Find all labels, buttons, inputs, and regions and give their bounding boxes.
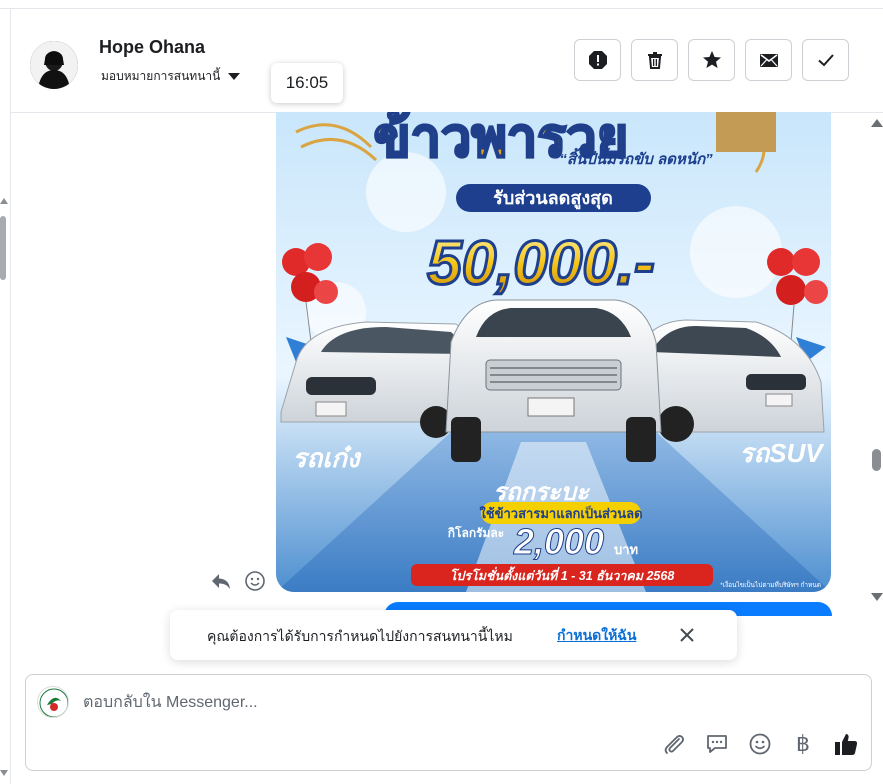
emoji-reaction-icon[interactable]: [244, 570, 266, 592]
promo-footnote: *เงื่อนไขเป็นไปตามที่บริษัทฯ กำหนด: [720, 580, 821, 589]
payment-baht-icon[interactable]: ฿: [790, 731, 816, 757]
alert-octagon-icon: [588, 51, 607, 69]
emoji-icon[interactable]: [747, 731, 773, 757]
assign-label: มอบหมายการสนทนานี้: [101, 69, 221, 83]
left-divider: [10, 8, 11, 784]
scroll-down-arrow-icon[interactable]: [0, 770, 8, 776]
close-icon[interactable]: [676, 624, 698, 646]
reply-input[interactable]: [83, 692, 843, 714]
envelope-icon: [759, 54, 778, 67]
promo-discount-amount: 50,000.-: [427, 229, 655, 298]
spam-button[interactable]: [574, 39, 621, 81]
page-logo: [37, 686, 69, 718]
caret-down-icon: [228, 73, 241, 80]
promo-per-kg-unit: บาท: [614, 542, 638, 557]
promo-period-label: โปรโมชั่นตั้งแต่วันที่ 1 - 31 ธันวาคม 25…: [450, 566, 675, 583]
composer-tools: ฿: [661, 731, 859, 757]
reply-icon[interactable]: [210, 570, 232, 592]
inbox-conversation-view: Hope Ohana มอบหมายการสนทนานี้ 16:05 ข้าว…: [0, 0, 883, 784]
avatar[interactable]: [30, 41, 78, 89]
promo-per-kg-amount: 2,000: [513, 521, 604, 562]
thumbs-up-icon[interactable]: [833, 731, 859, 757]
timestamp-tooltip: 16:05: [271, 63, 343, 103]
star-icon: [702, 51, 721, 68]
assignment-question: คุณต้องการได้รับการกำหนดไปยังการสนทนานี้…: [207, 628, 513, 644]
promo-per-kg-label: กิโลกรัมละ: [448, 525, 504, 540]
chat-scroll-down-icon[interactable]: [871, 593, 883, 601]
chat-scroll-up-icon[interactable]: [871, 119, 883, 127]
attachment-icon[interactable]: [661, 731, 687, 757]
message-actions: [210, 570, 266, 592]
list-scrollbar[interactable]: [0, 192, 8, 784]
saved-replies-icon[interactable]: [704, 731, 730, 757]
promo-discount-label: รับส่วนลดสูงสุด: [493, 188, 613, 210]
mark-unread-button[interactable]: [745, 39, 792, 81]
contact-name: Hope Ohana: [99, 37, 206, 57]
star-button[interactable]: [688, 39, 735, 81]
scroll-thumb[interactable]: [0, 216, 6, 280]
checkmark-icon: [817, 54, 834, 67]
conversation-actions: [574, 39, 849, 81]
promo-image: ข้าวพารวย “สิ้นปีนี้มีรถขับ ลดหนัก” รับส…: [276, 112, 831, 592]
conversation-header: Hope Ohana มอบหมายการสนทนานี้ 16:05: [11, 9, 883, 113]
reply-composer: ฿: [25, 674, 872, 771]
delete-button[interactable]: [631, 39, 678, 81]
promo-rice-trade-label: ใช้ข้าวสารมาแลกเป็นส่วนลด: [479, 504, 642, 521]
chat-scroll-thumb[interactable]: [872, 449, 881, 471]
assign-conversation-dropdown[interactable]: มอบหมายการสนทนานี้: [101, 67, 241, 86]
promo-image-message[interactable]: ข้าวพารวย “สิ้นปีนี้มีรถขับ ลดหนัก” รับส…: [276, 112, 831, 592]
assign-to-me-link[interactable]: กำหนดให้ฉัน: [557, 625, 636, 647]
promo-right-car-label: รถSUV: [739, 438, 825, 468]
trash-icon: [647, 52, 662, 69]
scroll-up-arrow-icon[interactable]: [0, 198, 8, 204]
promo-center-car-label: รถกระบะ: [493, 479, 591, 506]
mark-done-button[interactable]: [802, 39, 849, 81]
promo-subheadline: “สิ้นปีนี้มีรถขับ ลดหนัก”: [559, 147, 713, 168]
assignment-banner: คุณต้องการได้รับการกำหนดไปยังการสนทนานี้…: [170, 610, 737, 660]
promo-left-car-label: รถเก๋ง: [292, 443, 361, 473]
